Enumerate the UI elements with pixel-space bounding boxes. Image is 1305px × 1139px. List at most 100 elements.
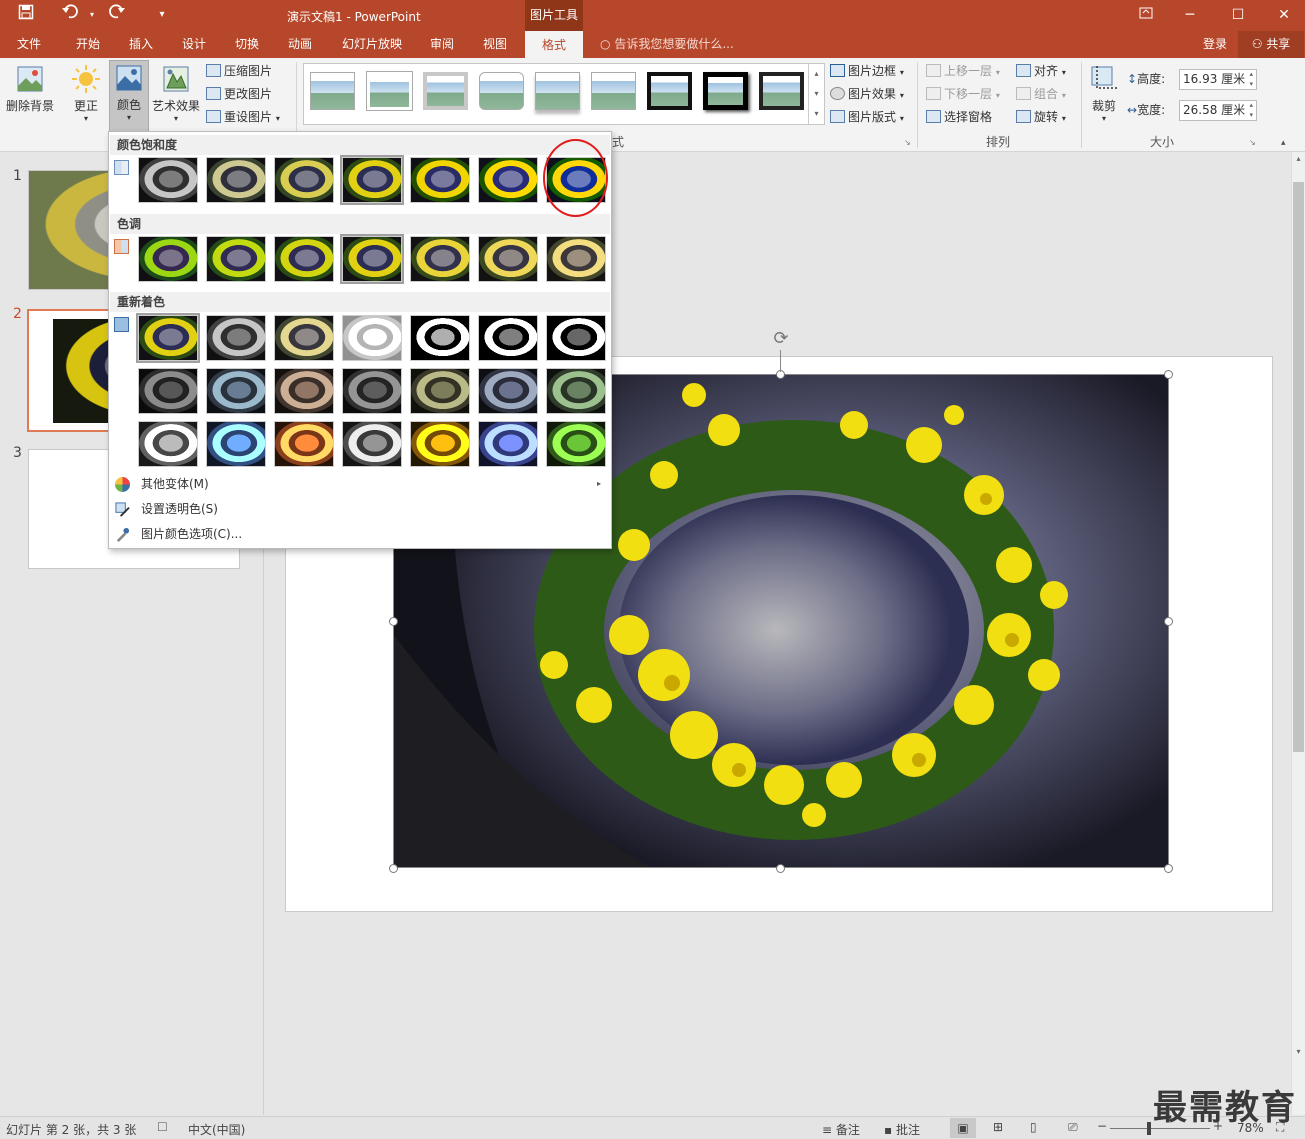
language-indicator[interactable]: 中文(中国) [188,1121,245,1138]
scroll-down-icon[interactable]: ▾ [1293,1047,1304,1056]
change-picture-button[interactable]: 更改图片 [206,84,272,105]
notes-button[interactable]: ≡ 备注 [822,1121,860,1138]
bring-forward-button[interactable]: 上移一层 ▾ [926,61,1000,82]
width-input[interactable]: 26.58 厘米 ▴ ▾ [1179,100,1257,121]
compress-pictures-button[interactable]: 压缩图片 [206,61,272,82]
rotate-handle-icon[interactable]: ⟳ [771,329,791,349]
color-variant-swatch[interactable] [274,315,334,361]
resize-handle[interactable] [1164,617,1173,626]
color-variant-swatch[interactable] [410,157,470,203]
picture-style-option[interactable] [647,72,692,110]
color-variant-swatch[interactable] [138,236,198,282]
selection-pane-button[interactable]: 选择窗格 [926,107,992,128]
tell-me-search[interactable]: ○ 告诉我您想要做什么... [600,31,734,58]
redo-icon[interactable] [105,4,129,26]
tab-format[interactable]: 格式 [525,31,583,58]
tab-transitions[interactable]: 切换 [225,31,269,58]
picture-style-option[interactable] [367,72,412,110]
color-variant-swatch[interactable] [206,315,266,361]
zoom-slider-thumb[interactable] [1147,1122,1151,1135]
tab-review[interactable]: 审阅 [420,31,464,58]
resize-handle[interactable] [1164,370,1173,379]
artistic-effects-button[interactable]: 艺术效果 ▾ [150,62,202,123]
color-variant-swatch[interactable] [342,315,402,361]
picture-layout-button[interactable]: 图片版式 ▾ [830,107,904,128]
tab-home[interactable]: 开始 [66,31,110,58]
styles-dialog-launcher-icon[interactable]: ↘ [904,138,911,147]
remove-background-button[interactable]: 删除背景 [4,62,56,114]
color-variant-swatch[interactable] [342,368,402,414]
slide-sorter-icon[interactable]: ⊞ [993,1120,1003,1134]
collapse-ribbon-icon[interactable]: ▴ [1281,138,1286,148]
color-variant-swatch[interactable] [546,315,606,361]
picture-style-option[interactable] [310,72,355,110]
color-variant-swatch[interactable] [274,368,334,414]
picture-effects-button[interactable]: 图片效果 ▾ [830,84,904,105]
color-variant-swatch[interactable] [340,155,404,205]
minimize-icon[interactable]: ─ [1172,2,1208,28]
corrections-button[interactable]: 更正 ▾ [66,62,106,123]
color-variant-swatch[interactable] [546,236,606,282]
color-button[interactable]: 颜色 ▾ [109,60,149,132]
color-variant-swatch[interactable] [138,421,198,467]
tab-slideshow[interactable]: 幻灯片放映 [334,31,410,58]
color-variant-swatch[interactable] [342,421,402,467]
picture-border-button[interactable]: 图片边框 ▾ [830,61,904,82]
color-variant-swatch[interactable] [478,315,538,361]
color-variant-swatch[interactable] [410,421,470,467]
close-icon[interactable]: ✕ [1266,2,1302,28]
width-spinner[interactable]: ▴ ▾ [1249,100,1253,120]
reset-picture-button[interactable]: 重设图片 ▾ [206,107,280,128]
slideshow-view-icon[interactable]: ⎚ [1068,1120,1078,1135]
comments-button[interactable]: ▪ 批注 [884,1121,920,1138]
color-variant-swatch[interactable] [478,157,538,203]
scrollbar-thumb[interactable] [1293,182,1304,752]
align-button[interactable]: 对齐 ▾ [1016,61,1066,82]
resize-handle[interactable] [1164,864,1173,873]
height-spinner[interactable]: ▴ ▾ [1249,69,1253,89]
tab-file[interactable]: 文件 [6,31,52,58]
undo-dropdown-icon[interactable]: ▾ [80,4,104,26]
picture-style-option[interactable] [703,72,748,110]
ribbon-display-options-icon[interactable] [1128,2,1164,28]
more-variants-item[interactable]: 其他变体(M) ▸ [109,472,611,496]
color-variant-swatch[interactable] [274,157,334,203]
height-input[interactable]: 16.93 厘米 ▴ ▾ [1179,69,1257,90]
color-variant-swatch[interactable] [478,421,538,467]
group-button[interactable]: 组合 ▾ [1016,84,1066,105]
save-icon[interactable] [14,4,38,26]
scroll-up-icon[interactable]: ▴ [1293,154,1304,163]
reading-view-icon[interactable]: ▯ [1030,1120,1037,1134]
resize-handle[interactable] [389,864,398,873]
picture-style-option[interactable] [759,72,804,110]
maximize-icon[interactable]: ☐ [1220,2,1256,28]
gallery-scroll[interactable]: ▴ ▾ ▾ [808,64,824,124]
picture-style-option[interactable] [591,72,636,110]
color-variant-swatch[interactable] [546,368,606,414]
login-link[interactable]: 登录 [1203,31,1227,58]
color-variant-swatch[interactable] [136,313,200,363]
color-variant-swatch[interactable] [206,421,266,467]
color-variant-swatch[interactable] [138,157,198,203]
picture-style-option[interactable] [535,72,580,110]
size-dialog-launcher-icon[interactable]: ↘ [1249,138,1256,147]
vertical-scrollbar[interactable]: ▴ ▾ [1291,152,1305,1115]
color-variant-swatch[interactable] [340,234,404,284]
color-variant-swatch[interactable] [138,368,198,414]
color-variant-swatch[interactable] [274,236,334,282]
share-button[interactable]: ⚇ 共享 [1238,31,1304,58]
crop-button[interactable]: 裁剪 ▾ [1088,62,1120,123]
color-variant-swatch[interactable] [206,368,266,414]
resize-handle[interactable] [776,864,785,873]
normal-view-icon[interactable]: ▣ [950,1118,976,1138]
picture-style-option[interactable] [479,72,524,110]
tab-design[interactable]: 设计 [172,31,216,58]
picture-style-option[interactable] [423,72,468,110]
color-variant-swatch[interactable] [206,236,266,282]
tab-animations[interactable]: 动画 [278,31,322,58]
color-variant-swatch[interactable] [410,236,470,282]
picture-color-options-item[interactable]: 图片颜色选项(C)... [109,522,611,546]
tab-insert[interactable]: 插入 [119,31,163,58]
resize-handle[interactable] [389,617,398,626]
zoom-out-icon[interactable]: − [1097,1119,1107,1133]
